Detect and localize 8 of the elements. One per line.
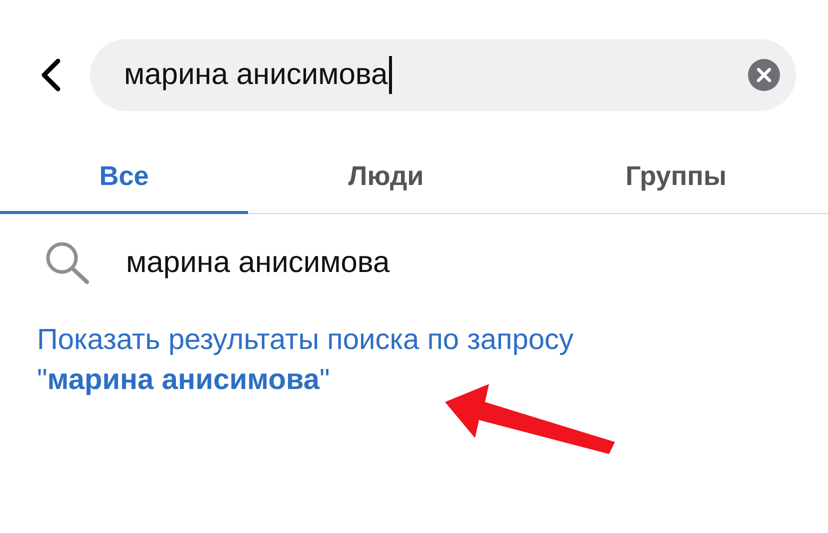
suggestion-text[interactable]: марина анисимова xyxy=(126,246,390,280)
clear-icon[interactable] xyxy=(748,59,780,91)
tab[interactable]: Группы xyxy=(524,141,828,214)
tab[interactable]: Все xyxy=(0,141,248,214)
search-icon xyxy=(44,240,92,286)
search-field[interactable]: марина анисимова xyxy=(90,39,796,111)
tab[interactable]: Люди xyxy=(248,141,524,214)
show-results-link[interactable]: Показать результаты поиска по запросу "марина анисимова" xyxy=(37,320,574,400)
